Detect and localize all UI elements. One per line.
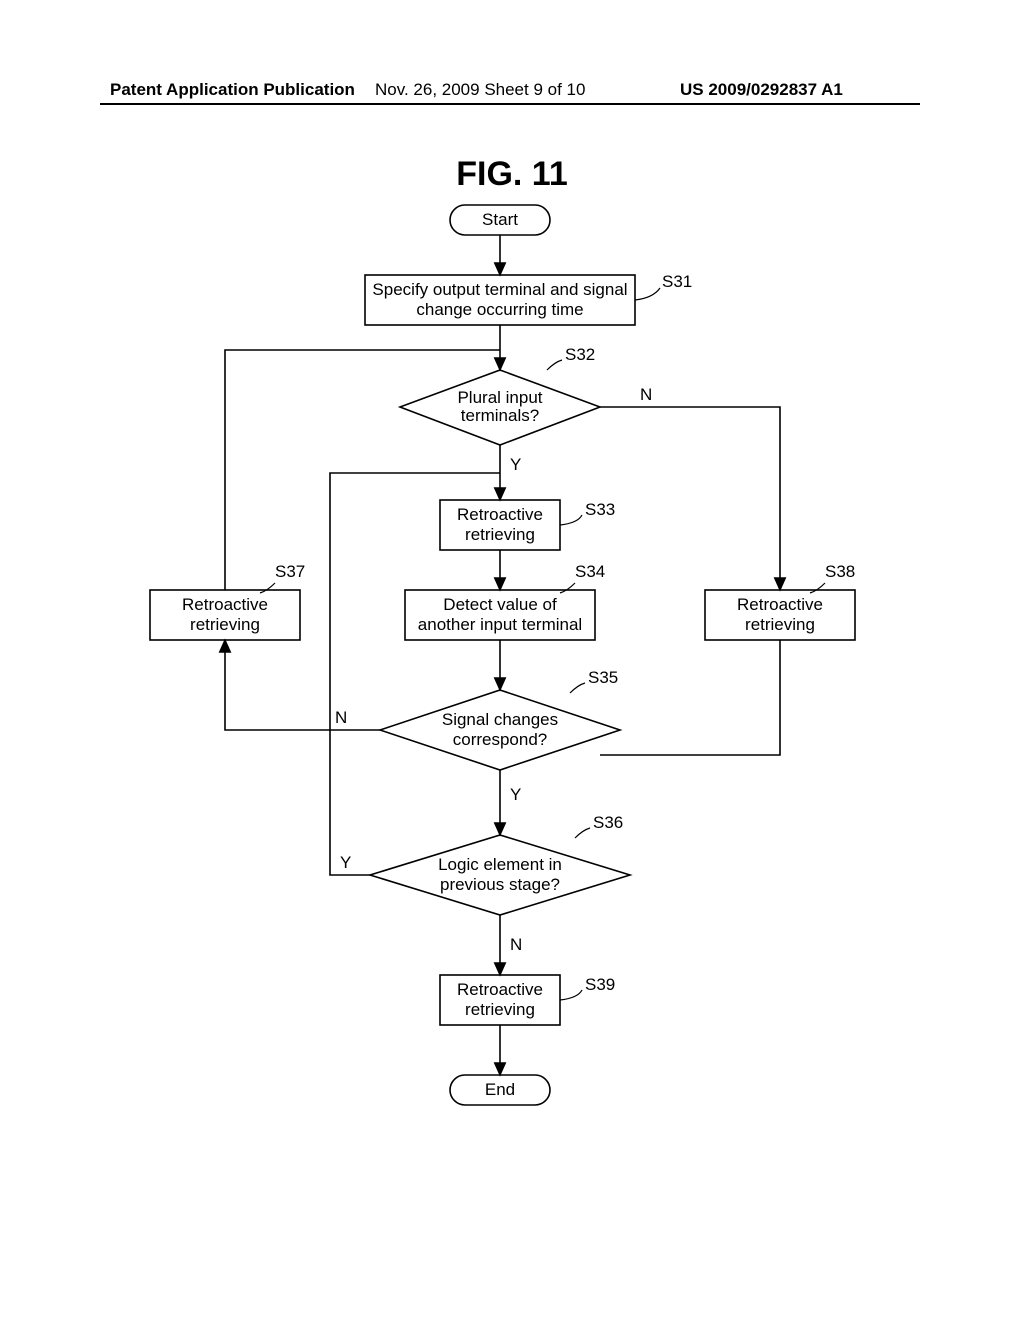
label-s39: S39	[585, 975, 615, 994]
label-s37: S37	[275, 562, 305, 581]
arrow-s38-join	[600, 640, 780, 755]
decision-s36: Logic element in previous stage?	[370, 835, 630, 915]
s34-line1: Detect value of	[443, 595, 557, 614]
s36-line2: previous stage?	[440, 875, 560, 894]
s36-n-label: N	[510, 935, 522, 954]
process-s37: Retroactive retrieving	[150, 590, 300, 640]
label-s36: S36	[593, 813, 623, 832]
process-s38: Retroactive retrieving	[705, 590, 855, 640]
header-publication: Patent Application Publication	[110, 80, 355, 100]
leader-s32	[547, 360, 562, 370]
s31-line2: change occurring time	[416, 300, 583, 319]
terminator-start: Start	[450, 205, 550, 235]
s36-line1: Logic element in	[438, 855, 562, 874]
s33-line1: Retroactive	[457, 505, 543, 524]
flowchart: Start Specify output terminal and signal…	[80, 195, 944, 1245]
s31-line1: Specify output terminal and signal	[372, 280, 627, 299]
process-s39: Retroactive retrieving	[440, 975, 560, 1025]
leader-s33	[560, 515, 582, 525]
s32-n-label: N	[640, 385, 652, 404]
s33-line2: retrieving	[465, 525, 535, 544]
process-s34: Detect value of another input terminal	[405, 590, 595, 640]
s32-line2: terminals?	[461, 406, 539, 425]
s37-line1: Retroactive	[182, 595, 268, 614]
terminator-end: End	[450, 1075, 550, 1105]
start-label: Start	[482, 210, 518, 229]
header-rule	[100, 103, 920, 105]
label-s38: S38	[825, 562, 855, 581]
header-date-sheet: Nov. 26, 2009 Sheet 9 of 10	[375, 80, 585, 100]
label-s33: S33	[585, 500, 615, 519]
figure-title: FIG. 11	[0, 155, 1024, 194]
label-s32: S32	[565, 345, 595, 364]
s39-line2: retrieving	[465, 1000, 535, 1019]
leader-s35	[570, 683, 585, 693]
process-s33: Retroactive retrieving	[440, 500, 560, 550]
s34-line2: another input terminal	[418, 615, 582, 634]
arrow-s35-n	[225, 640, 380, 730]
process-s31: Specify output terminal and signal chang…	[365, 275, 635, 325]
s35-line1: Signal changes	[442, 710, 558, 729]
s38-line1: Retroactive	[737, 595, 823, 614]
s35-line2: correspond?	[453, 730, 548, 749]
leader-s37	[260, 583, 275, 593]
label-s31: S31	[662, 272, 692, 291]
leader-s36	[575, 828, 590, 838]
header-pub-number: US 2009/0292837 A1	[680, 80, 843, 100]
decision-s35: Signal changes correspond?	[380, 690, 620, 770]
leader-s31	[635, 288, 660, 300]
arrow-s32-n	[600, 407, 780, 590]
s39-line1: Retroactive	[457, 980, 543, 999]
s32-y-label: Y	[510, 455, 521, 474]
s36-y-label: Y	[340, 853, 351, 872]
label-s35: S35	[588, 668, 618, 687]
label-s34: S34	[575, 562, 605, 581]
s37-line2: retrieving	[190, 615, 260, 634]
decision-s32: Plural input terminals?	[400, 370, 600, 445]
leader-s39	[560, 990, 582, 1000]
s32-line1: Plural input	[457, 388, 542, 407]
s35-n-label: N	[335, 708, 347, 727]
s35-y-label: Y	[510, 785, 521, 804]
leader-s38	[810, 583, 825, 593]
s38-line2: retrieving	[745, 615, 815, 634]
end-label: End	[485, 1080, 515, 1099]
leader-s34	[560, 583, 575, 593]
